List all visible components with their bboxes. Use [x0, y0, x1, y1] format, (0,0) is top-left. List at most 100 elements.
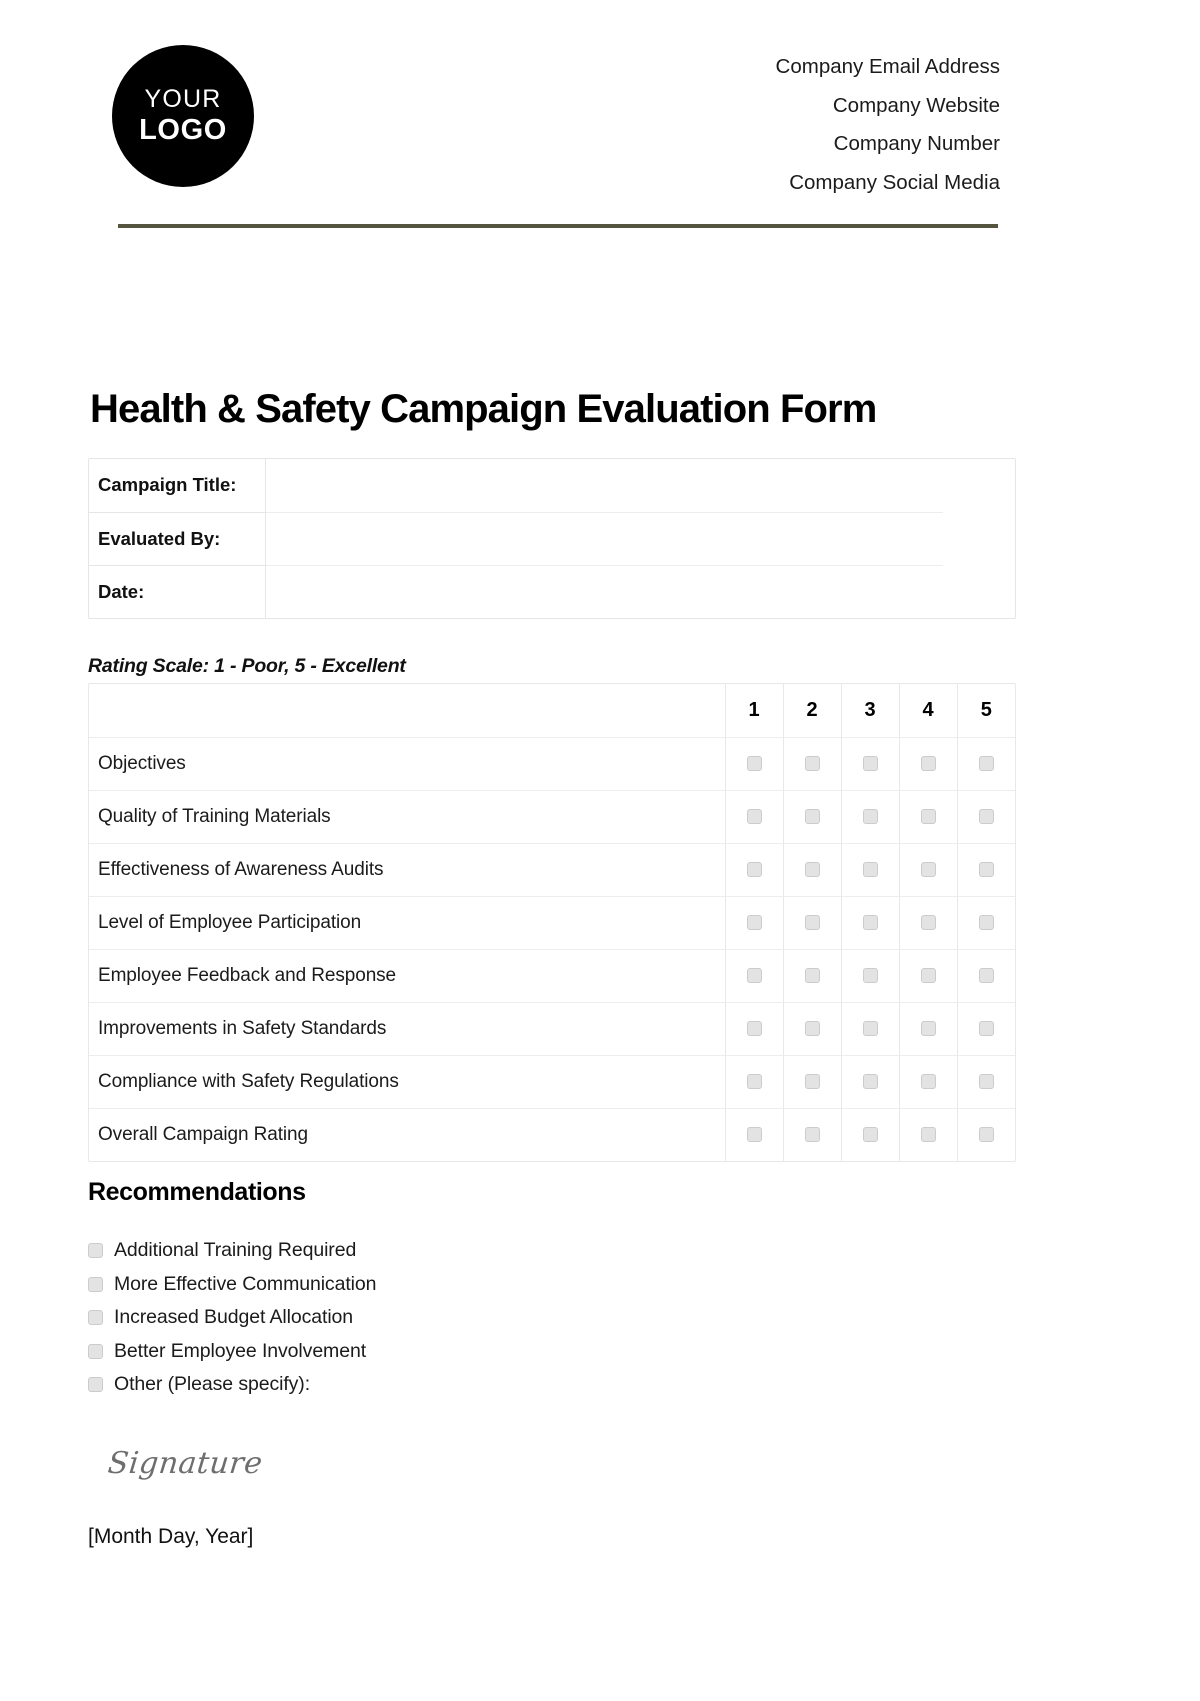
- rating-cell-training-materials-2[interactable]: [783, 790, 842, 844]
- rating-cell-training-materials-3[interactable]: [841, 790, 900, 844]
- evaluated-by-field[interactable]: [265, 512, 1015, 566]
- checkbox-icon[interactable]: [88, 1343, 103, 1359]
- recommendation-item-effective-communication[interactable]: More Effective Communication: [88, 1268, 788, 1302]
- checkbox-icon[interactable]: [862, 808, 878, 824]
- rating-cell-compliance-5[interactable]: [957, 1055, 1015, 1109]
- checkbox-icon[interactable]: [978, 1127, 994, 1143]
- checkbox-icon[interactable]: [920, 1127, 936, 1143]
- checkbox-icon[interactable]: [920, 808, 936, 824]
- checkbox-icon[interactable]: [862, 1020, 878, 1036]
- criteria-label-compliance: Compliance with Safety Regulations: [89, 1055, 726, 1109]
- checkbox-icon[interactable]: [978, 808, 994, 824]
- checkbox-icon[interactable]: [88, 1377, 103, 1393]
- rating-cell-compliance-2[interactable]: [783, 1055, 842, 1109]
- rating-cell-employee-feedback-1[interactable]: [725, 949, 784, 1003]
- checkbox-icon[interactable]: [862, 861, 878, 877]
- rating-cell-compliance-4[interactable]: [899, 1055, 958, 1109]
- campaign-title-field[interactable]: [265, 459, 1015, 513]
- checkbox-icon[interactable]: [746, 914, 762, 930]
- rating-cell-training-materials-1[interactable]: [725, 790, 784, 844]
- checkbox-icon[interactable]: [88, 1310, 103, 1326]
- rating-cell-awareness-audits-5[interactable]: [957, 843, 1015, 897]
- rating-cell-employee-participation-3[interactable]: [841, 896, 900, 950]
- checkbox-icon[interactable]: [804, 755, 820, 771]
- checkbox-icon[interactable]: [978, 861, 994, 877]
- rating-cell-safety-standards-5[interactable]: [957, 1002, 1015, 1056]
- checkbox-icon[interactable]: [746, 1073, 762, 1089]
- checkbox-icon[interactable]: [804, 1073, 820, 1089]
- checkbox-icon[interactable]: [862, 1073, 878, 1089]
- recommendation-item-employee-involvement[interactable]: Better Employee Involvement: [88, 1335, 788, 1369]
- checkbox-icon[interactable]: [862, 914, 878, 930]
- rating-cell-compliance-1[interactable]: [725, 1055, 784, 1109]
- checkbox-icon[interactable]: [978, 1073, 994, 1089]
- checkbox-icon[interactable]: [862, 1127, 878, 1143]
- rating-cell-safety-standards-1[interactable]: [725, 1002, 784, 1056]
- checkbox-icon[interactable]: [920, 967, 936, 983]
- rating-cell-employee-participation-1[interactable]: [725, 896, 784, 950]
- rating-cell-objectives-3[interactable]: [841, 737, 900, 791]
- checkbox-icon[interactable]: [746, 967, 762, 983]
- checkbox-icon[interactable]: [978, 755, 994, 771]
- rating-cell-objectives-2[interactable]: [783, 737, 842, 791]
- rating-cell-employee-feedback-2[interactable]: [783, 949, 842, 1003]
- rating-cell-overall-rating-5[interactable]: [957, 1108, 1015, 1161]
- rating-cell-employee-participation-2[interactable]: [783, 896, 842, 950]
- rating-cell-awareness-audits-4[interactable]: [899, 843, 958, 897]
- rating-cell-employee-feedback-5[interactable]: [957, 949, 1015, 1003]
- rating-cell-safety-standards-3[interactable]: [841, 1002, 900, 1056]
- rating-cell-employee-feedback-3[interactable]: [841, 949, 900, 1003]
- checkbox-icon[interactable]: [920, 914, 936, 930]
- checkbox-icon[interactable]: [862, 967, 878, 983]
- checkbox-icon[interactable]: [978, 1020, 994, 1036]
- rating-cell-overall-rating-4[interactable]: [899, 1108, 958, 1161]
- checkbox-icon[interactable]: [978, 967, 994, 983]
- rating-cell-employee-feedback-4[interactable]: [899, 949, 958, 1003]
- checkbox-icon[interactable]: [88, 1276, 103, 1292]
- date-field[interactable]: [265, 565, 1015, 618]
- recommendation-label: Better Employee Involvement: [114, 1339, 367, 1362]
- checkbox-icon[interactable]: [804, 914, 820, 930]
- checkbox-icon[interactable]: [862, 755, 878, 771]
- recommendation-item-budget-allocation[interactable]: Increased Budget Allocation: [88, 1301, 788, 1335]
- rating-cell-compliance-3[interactable]: [841, 1055, 900, 1109]
- checkbox-icon[interactable]: [804, 808, 820, 824]
- rating-cell-training-materials-4[interactable]: [899, 790, 958, 844]
- rating-cell-safety-standards-4[interactable]: [899, 1002, 958, 1056]
- recommendation-item-other[interactable]: Other (Please specify):: [88, 1368, 788, 1402]
- checkbox-icon[interactable]: [804, 1020, 820, 1036]
- checkbox-icon[interactable]: [746, 808, 762, 824]
- checkbox-icon[interactable]: [746, 1020, 762, 1036]
- recommendation-item-additional-training[interactable]: Additional Training Required: [88, 1234, 788, 1268]
- checkbox-icon[interactable]: [746, 1127, 762, 1143]
- checkbox-icon[interactable]: [978, 914, 994, 930]
- rating-cell-awareness-audits-3[interactable]: [841, 843, 900, 897]
- rating-cell-employee-participation-4[interactable]: [899, 896, 958, 950]
- checkbox-icon[interactable]: [920, 1073, 936, 1089]
- table-row: Overall Campaign Rating: [89, 1108, 1015, 1161]
- criteria-label-overall-rating: Overall Campaign Rating: [89, 1108, 726, 1161]
- logo-text-top: YOUR: [144, 85, 222, 113]
- checkbox-icon[interactable]: [804, 861, 820, 877]
- checkbox-icon[interactable]: [920, 1020, 936, 1036]
- checkbox-icon[interactable]: [804, 967, 820, 983]
- checkbox-icon[interactable]: [746, 861, 762, 877]
- rating-cell-awareness-audits-2[interactable]: [783, 843, 842, 897]
- checkbox-icon[interactable]: [88, 1243, 103, 1259]
- header-divider: [118, 224, 998, 228]
- rating-column-header-3: 3: [841, 684, 900, 738]
- rating-cell-awareness-audits-1[interactable]: [725, 843, 784, 897]
- rating-cell-overall-rating-1[interactable]: [725, 1108, 784, 1161]
- rating-cell-overall-rating-2[interactable]: [783, 1108, 842, 1161]
- checkbox-icon[interactable]: [804, 1127, 820, 1143]
- rating-cell-objectives-4[interactable]: [899, 737, 958, 791]
- rating-cell-objectives-1[interactable]: [725, 737, 784, 791]
- checkbox-icon[interactable]: [920, 755, 936, 771]
- checkbox-icon[interactable]: [746, 755, 762, 771]
- checkbox-icon[interactable]: [920, 861, 936, 877]
- rating-cell-safety-standards-2[interactable]: [783, 1002, 842, 1056]
- rating-cell-overall-rating-3[interactable]: [841, 1108, 900, 1161]
- rating-cell-objectives-5[interactable]: [957, 737, 1015, 791]
- rating-cell-training-materials-5[interactable]: [957, 790, 1015, 844]
- rating-cell-employee-participation-5[interactable]: [957, 896, 1015, 950]
